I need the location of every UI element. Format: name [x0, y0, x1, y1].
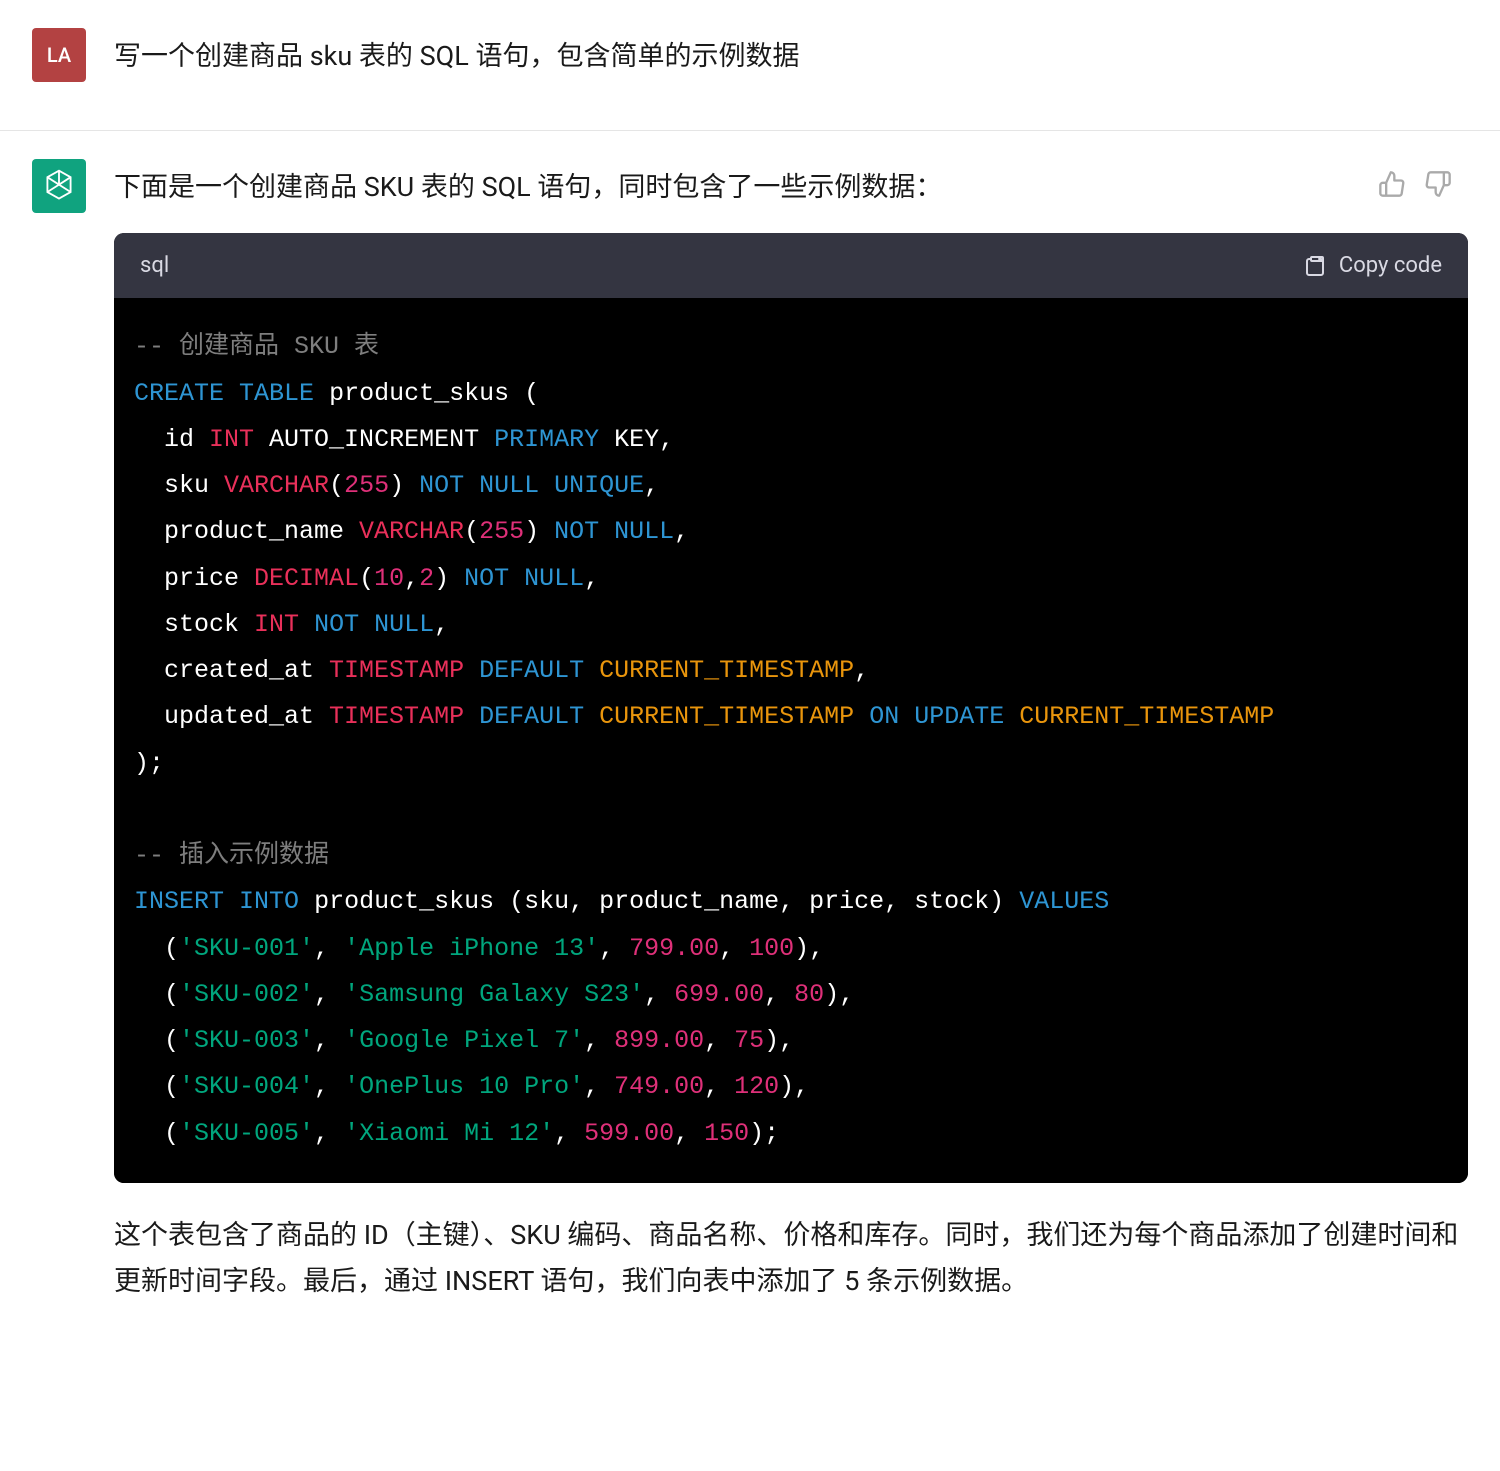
code-content: -- 创建商品 SKU 表 CREATE TABLE product_skus …	[134, 324, 1448, 1157]
feedback-controls	[1378, 167, 1452, 213]
assistant-intro-text: 下面是一个创建商品 SKU 表的 SQL 语句，同时包含了一些示例数据：	[114, 165, 1468, 211]
clipboard-icon	[1303, 254, 1327, 278]
user-message: LA 写一个创建商品 sku 表的 SQL 语句，包含简单的示例数据	[0, 0, 1500, 131]
code-block: sql Copy code -- 创建商品 SKU 表 CREATE TABLE…	[114, 233, 1468, 1183]
user-avatar: LA	[32, 28, 86, 82]
user-prompt: 写一个创建商品 sku 表的 SQL 语句，包含简单的示例数据	[114, 28, 1468, 82]
thumbs-up-icon	[1378, 170, 1406, 198]
code-body[interactable]: -- 创建商品 SKU 表 CREATE TABLE product_skus …	[114, 298, 1468, 1183]
assistant-message: 下面是一个创建商品 SKU 表的 SQL 语句，同时包含了一些示例数据： sql…	[0, 131, 1500, 1353]
copy-code-button[interactable]: Copy code	[1303, 247, 1442, 284]
thumbs-down-button[interactable]	[1424, 167, 1452, 213]
code-language-label: sql	[140, 247, 169, 284]
openai-logo-icon	[40, 167, 78, 205]
user-avatar-initials: LA	[47, 43, 71, 67]
thumbs-up-button[interactable]	[1378, 167, 1406, 213]
code-header: sql Copy code	[114, 233, 1468, 298]
assistant-outro-text: 这个表包含了商品的 ID（主键）、SKU 编码、商品名称、价格和库存。同时，我们…	[114, 1213, 1468, 1305]
assistant-avatar	[32, 159, 86, 213]
copy-code-label: Copy code	[1339, 247, 1442, 284]
thumbs-down-icon	[1424, 170, 1452, 198]
